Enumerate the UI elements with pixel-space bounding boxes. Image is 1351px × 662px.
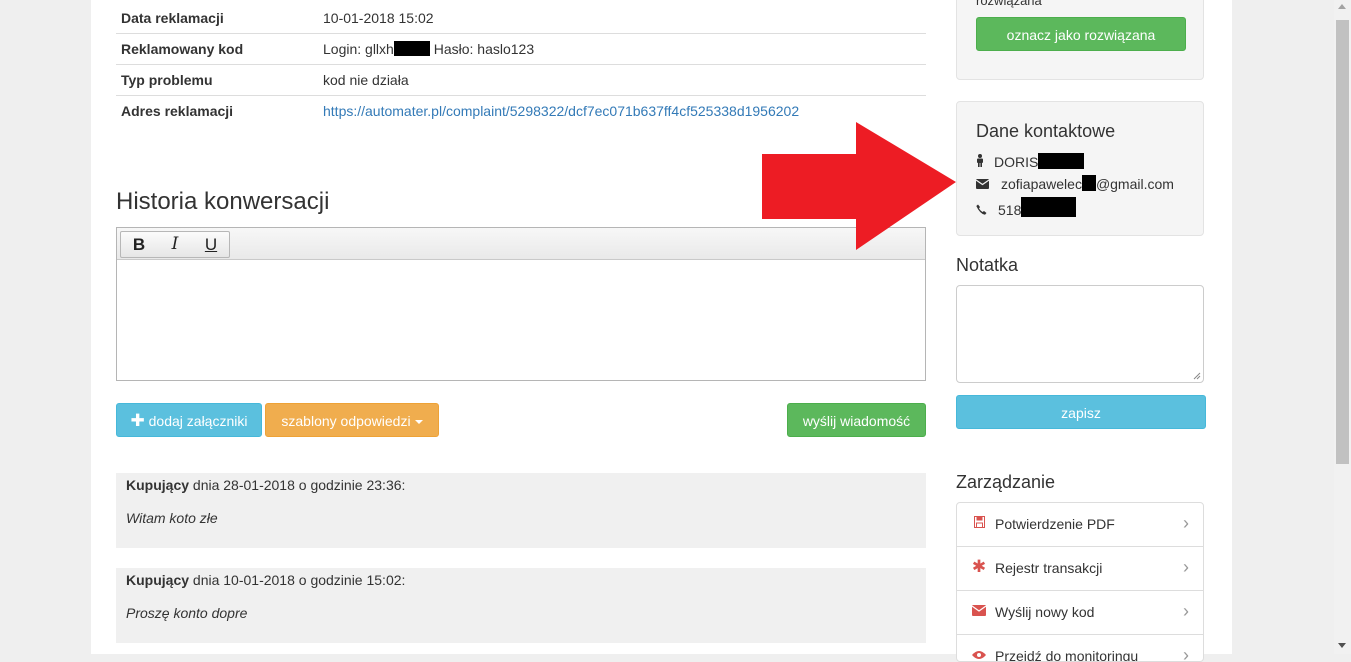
chevron-right-icon: › (1183, 601, 1189, 621)
italic-button[interactable]: I (157, 232, 193, 257)
annotation-arrow-icon (762, 122, 956, 250)
status-panel: rozwiązana oznacz jako rozwiązana (956, 0, 1204, 80)
list-item-monitoring[interactable]: Przejdź do monitoringu › (957, 635, 1203, 662)
chevron-right-icon: › (1183, 557, 1189, 577)
scroll-up-icon[interactable] (1338, 4, 1346, 9)
row-label: Adres reklamacji (116, 95, 318, 126)
message-body: Witam koto złe (126, 510, 218, 526)
table-row: Typ problemu kod nie działa (116, 64, 926, 96)
management-title: Zarządzanie (956, 472, 1056, 492)
redaction-block (393, 41, 430, 56)
list-item-pdf-confirmation[interactable]: Potwierdzenie PDF › (957, 503, 1203, 547)
list-item-label: Potwierdzenie PDF (995, 516, 1115, 532)
scroll-down-icon[interactable] (1338, 643, 1346, 648)
contact-title: Dane kontaktowe (976, 121, 1116, 141)
row-value: Login: gllxh Hasło: haslo123 (318, 33, 926, 65)
row-label: Data reklamacji (121, 10, 224, 26)
underline-button[interactable]: U (193, 232, 229, 257)
management-list: Potwierdzenie PDF › ✱ Rejestr transakcji… (956, 502, 1204, 662)
message-header: Kupujący dnia 10-01-2018 o godzinie 15:0… (126, 572, 405, 588)
complaint-details-table: Data reklamacji 10-01-2018 15:02 Reklamo… (116, 3, 926, 126)
plus-icon: ✚ (130, 411, 145, 430)
list-item-transaction-log[interactable]: ✱ Rejestr transakcji › (957, 547, 1203, 591)
row-value: kod nie działa (318, 64, 926, 96)
envelope-icon (971, 604, 987, 619)
add-attachments-button[interactable]: ✚ dodaj załączniki (116, 403, 262, 437)
caret-down-icon (414, 420, 423, 425)
contact-phone: 518 (998, 202, 1022, 218)
message-meta: dnia 28-01-2018 o godzinie 23:36: (192, 477, 406, 493)
scrollbar-thumb[interactable] (1336, 20, 1349, 464)
eye-icon (971, 648, 987, 661)
contact-name-row: DORIS (976, 153, 1085, 170)
list-item-send-new-code[interactable]: Wyślij nowy kod › (957, 591, 1203, 635)
contact-phone-row: 518 (976, 197, 1077, 218)
phone-icon (976, 203, 998, 218)
row-value: 10-01-2018 15:02 (323, 10, 434, 26)
note-textarea[interactable] (956, 285, 1204, 383)
row-label: Reklamowany kod (116, 33, 318, 65)
redaction-block (1038, 153, 1085, 169)
redaction-block (1081, 175, 1096, 191)
mark-resolved-button[interactable]: oznacz jako rozwiązana (976, 17, 1186, 51)
complaint-link[interactable]: https://automater.pl/complaint/5298322/d… (323, 103, 799, 119)
contact-email-suffix: @gmail.com (1095, 176, 1174, 192)
message-item: Kupujący dnia 10-01-2018 o godzinie 15:0… (116, 568, 926, 643)
login-text: Login: gllxh (323, 41, 394, 57)
send-message-button[interactable]: wyślij wiadomość (787, 403, 926, 437)
message-textarea[interactable] (117, 260, 925, 380)
contact-name: DORIS (994, 154, 1039, 170)
resize-handle-icon[interactable] (1193, 372, 1201, 380)
format-button-group: B I U (120, 231, 230, 258)
message-author: Kupujący (126, 477, 190, 493)
message-header: Kupujący dnia 28-01-2018 o godzinie 23:3… (126, 477, 405, 493)
contact-email-prefix: zofiapawelec (1001, 176, 1082, 192)
message-body: Proszę konto dopre (126, 605, 248, 621)
reply-templates-dropdown[interactable]: szablony odpowiedzi (265, 403, 439, 437)
file-pdf-icon (971, 516, 987, 531)
bold-button[interactable]: B (121, 232, 157, 257)
asterisk-icon: ✱ (971, 557, 987, 576)
user-icon (976, 154, 994, 170)
status-label: rozwiązana (976, 0, 1042, 8)
add-attachments-label: dodaj załączniki (148, 413, 248, 429)
list-item-label: Przejdź do monitoringu (995, 648, 1139, 662)
message-item: Kupujący dnia 28-01-2018 o godzinie 23:3… (116, 473, 926, 548)
row-label: Typ problemu (116, 64, 318, 96)
list-item-label: Wyślij nowy kod (995, 604, 1095, 620)
message-author: Kupujący (126, 572, 190, 588)
redaction-block (1021, 197, 1077, 217)
list-item-label: Rejestr transakcji (995, 560, 1103, 576)
vertical-scrollbar[interactable] (1334, 0, 1351, 654)
envelope-icon (975, 177, 1001, 192)
contact-email-row: zofiapawelec @gmail.com (975, 175, 1174, 192)
note-title: Notatka (956, 255, 1019, 275)
password-text: Hasło: haslo123 (433, 41, 535, 57)
table-row: Reklamowany kod Login: gllxh Hasło: hasl… (116, 33, 926, 65)
save-note-button[interactable]: zapisz (956, 395, 1206, 429)
table-row: Data reklamacji 10-01-2018 15:02 (116, 3, 926, 34)
contact-panel: Dane kontaktowe DORIS zofiapawelec @gmail… (956, 101, 1204, 236)
chevron-right-icon: › (1183, 513, 1189, 533)
conversation-title: Historia konwersacji (116, 188, 330, 215)
message-meta: dnia 10-01-2018 o godzinie 15:02: (192, 572, 406, 588)
reply-templates-label: szablony odpowiedzi (281, 413, 411, 429)
